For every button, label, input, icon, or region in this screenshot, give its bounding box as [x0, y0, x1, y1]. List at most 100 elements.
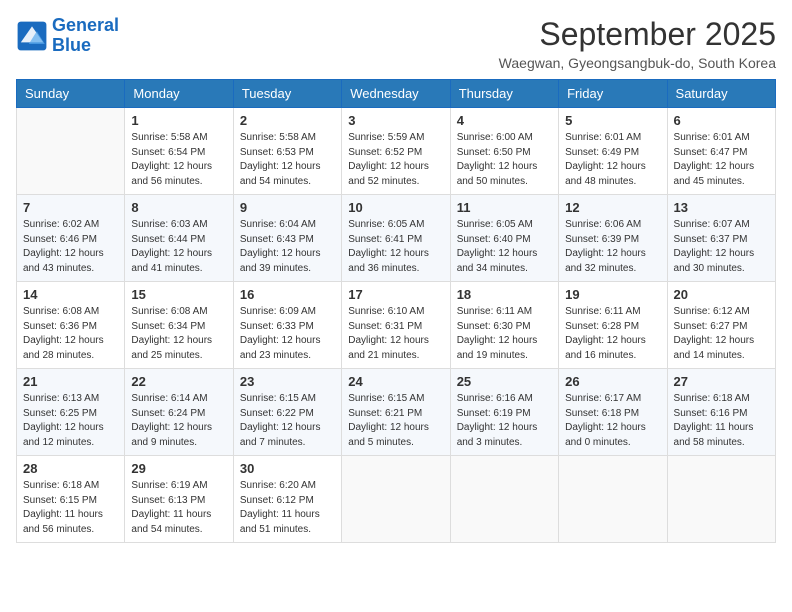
- day-number: 20: [674, 287, 769, 302]
- day-info: Sunrise: 6:16 AMSunset: 6:19 PMDaylight:…: [457, 392, 552, 450]
- calendar-cell: 8 Sunrise: 6:03 AMSunset: 6:44 PMDaylight…: [125, 195, 233, 282]
- calendar-cell: [559, 456, 667, 543]
- day-info: Sunrise: 6:03 AMSunset: 6:44 PMDaylight:…: [131, 218, 226, 276]
- day-number: 25: [457, 374, 552, 389]
- calendar-cell: 20 Sunrise: 6:12 AMSunset: 6:27 PMDayligh…: [667, 282, 775, 369]
- day-info: Sunrise: 6:15 AMSunset: 6:22 PMDaylight:…: [240, 392, 335, 450]
- weekday-header-sunday: Sunday: [17, 80, 125, 108]
- day-info: Sunrise: 6:01 AMSunset: 6:47 PMDaylight:…: [674, 131, 769, 189]
- day-number: 2: [240, 113, 335, 128]
- calendar-cell: 12 Sunrise: 6:06 AMSunset: 6:39 PMDayligh…: [559, 195, 667, 282]
- day-number: 6: [674, 113, 769, 128]
- page-header: GeneralBlue September 2025 Waegwan, Gyeo…: [16, 16, 776, 71]
- calendar-cell: 10 Sunrise: 6:05 AMSunset: 6:41 PMDayligh…: [342, 195, 450, 282]
- calendar-cell: 17 Sunrise: 6:10 AMSunset: 6:31 PMDayligh…: [342, 282, 450, 369]
- calendar-week-row: 1 Sunrise: 5:58 AMSunset: 6:54 PMDaylight…: [17, 108, 776, 195]
- weekday-header-monday: Monday: [125, 80, 233, 108]
- calendar-week-row: 14 Sunrise: 6:08 AMSunset: 6:36 PMDayligh…: [17, 282, 776, 369]
- title-block: September 2025 Waegwan, Gyeongsangbuk-do…: [499, 16, 776, 71]
- weekday-header-wednesday: Wednesday: [342, 80, 450, 108]
- day-number: 29: [131, 461, 226, 476]
- day-info: Sunrise: 6:18 AMSunset: 6:16 PMDaylight:…: [674, 392, 769, 450]
- day-number: 27: [674, 374, 769, 389]
- day-info: Sunrise: 6:11 AMSunset: 6:30 PMDaylight:…: [457, 305, 552, 363]
- month-title: September 2025: [499, 16, 776, 53]
- calendar-cell: 16Sunrise: 6:09 AMSunset: 6:33 PMDayligh…: [233, 282, 341, 369]
- day-number: 4: [457, 113, 552, 128]
- day-info: Sunrise: 6:14 AMSunset: 6:24 PMDaylight:…: [131, 392, 226, 450]
- day-number: 15: [131, 287, 226, 302]
- day-number: 22: [131, 374, 226, 389]
- day-number: 23: [240, 374, 335, 389]
- day-info: Sunrise: 6:01 AMSunset: 6:49 PMDaylight:…: [565, 131, 660, 189]
- day-number: 5: [565, 113, 660, 128]
- day-number: 17: [348, 287, 443, 302]
- weekday-header-thursday: Thursday: [450, 80, 558, 108]
- calendar-cell: 29 Sunrise: 6:19 AMSunset: 6:13 PMDayligh…: [125, 456, 233, 543]
- day-number: 9: [240, 200, 335, 215]
- day-number: 11: [457, 200, 552, 215]
- day-info: Sunrise: 6:10 AMSunset: 6:31 PMDaylight:…: [348, 305, 443, 363]
- day-number: 30: [240, 461, 335, 476]
- calendar-cell: 4Sunrise: 6:00 AMSunset: 6:50 PMDaylight…: [450, 108, 558, 195]
- day-number: 26: [565, 374, 660, 389]
- calendar-cell: 25 Sunrise: 6:16 AMSunset: 6:19 PMDayligh…: [450, 369, 558, 456]
- calendar-cell: 11 Sunrise: 6:05 AMSunset: 6:40 PMDayligh…: [450, 195, 558, 282]
- day-info: Sunrise: 6:19 AMSunset: 6:13 PMDaylight:…: [131, 479, 226, 537]
- day-number: 12: [565, 200, 660, 215]
- calendar-week-row: 21Sunrise: 6:13 AMSunset: 6:25 PMDayligh…: [17, 369, 776, 456]
- day-info: Sunrise: 6:18 AMSunset: 6:15 PMDaylight:…: [23, 479, 118, 537]
- day-info: Sunrise: 5:58 AMSunset: 6:54 PMDaylight:…: [131, 131, 226, 189]
- day-info: Sunrise: 6:04 AMSunset: 6:43 PMDaylight:…: [240, 218, 335, 276]
- day-number: 7: [23, 200, 118, 215]
- calendar-cell: 28 Sunrise: 6:18 AMSunset: 6:15 PMDayligh…: [17, 456, 125, 543]
- calendar-cell: 21Sunrise: 6:13 AMSunset: 6:25 PMDayligh…: [17, 369, 125, 456]
- day-info: Sunrise: 6:09 AMSunset: 6:33 PMDaylight:…: [240, 305, 335, 363]
- calendar-cell: 26 Sunrise: 6:17 AMSunset: 6:18 PMDayligh…: [559, 369, 667, 456]
- calendar-cell: 5 Sunrise: 6:01 AMSunset: 6:49 PMDaylight…: [559, 108, 667, 195]
- day-info: Sunrise: 6:17 AMSunset: 6:18 PMDaylight:…: [565, 392, 660, 450]
- calendar-cell: 3Sunrise: 5:59 AMSunset: 6:52 PMDaylight…: [342, 108, 450, 195]
- day-info: Sunrise: 6:20 AMSunset: 6:12 PMDaylight:…: [240, 479, 335, 537]
- calendar-cell: 9 Sunrise: 6:04 AMSunset: 6:43 PMDaylight…: [233, 195, 341, 282]
- day-info: Sunrise: 6:05 AMSunset: 6:41 PMDaylight:…: [348, 218, 443, 276]
- calendar-cell: [450, 456, 558, 543]
- calendar-cell: 30 Sunrise: 6:20 AMSunset: 6:12 PMDayligh…: [233, 456, 341, 543]
- day-number: 13: [674, 200, 769, 215]
- weekday-header-tuesday: Tuesday: [233, 80, 341, 108]
- logo-text: GeneralBlue: [52, 16, 119, 56]
- calendar-cell: [17, 108, 125, 195]
- calendar-cell: 19 Sunrise: 6:11 AMSunset: 6:28 PMDayligh…: [559, 282, 667, 369]
- day-number: 1: [131, 113, 226, 128]
- weekday-header-friday: Friday: [559, 80, 667, 108]
- weekday-header-row: SundayMondayTuesdayWednesdayThursdayFrid…: [17, 80, 776, 108]
- calendar-table: SundayMondayTuesdayWednesdayThursdayFrid…: [16, 79, 776, 543]
- day-info: Sunrise: 6:07 AMSunset: 6:37 PMDaylight:…: [674, 218, 769, 276]
- calendar-cell: 1 Sunrise: 5:58 AMSunset: 6:54 PMDaylight…: [125, 108, 233, 195]
- calendar-cell: 24Sunrise: 6:15 AMSunset: 6:21 PMDayligh…: [342, 369, 450, 456]
- day-info: Sunrise: 6:05 AMSunset: 6:40 PMDaylight:…: [457, 218, 552, 276]
- calendar-week-row: 28 Sunrise: 6:18 AMSunset: 6:15 PMDayligh…: [17, 456, 776, 543]
- calendar-cell: 13 Sunrise: 6:07 AMSunset: 6:37 PMDayligh…: [667, 195, 775, 282]
- calendar-cell: 22 Sunrise: 6:14 AMSunset: 6:24 PMDayligh…: [125, 369, 233, 456]
- day-number: 19: [565, 287, 660, 302]
- logo-icon: [16, 20, 48, 52]
- day-number: 14: [23, 287, 118, 302]
- day-info: Sunrise: 6:06 AMSunset: 6:39 PMDaylight:…: [565, 218, 660, 276]
- day-info: Sunrise: 6:08 AMSunset: 6:34 PMDaylight:…: [131, 305, 226, 363]
- calendar-cell: 14 Sunrise: 6:08 AMSunset: 6:36 PMDayligh…: [17, 282, 125, 369]
- day-info: Sunrise: 6:02 AMSunset: 6:46 PMDaylight:…: [23, 218, 118, 276]
- day-info: Sunrise: 6:11 AMSunset: 6:28 PMDaylight:…: [565, 305, 660, 363]
- day-number: 24: [348, 374, 443, 389]
- day-info: Sunrise: 5:58 AMSunset: 6:53 PMDaylight:…: [240, 131, 335, 189]
- day-info: Sunrise: 6:08 AMSunset: 6:36 PMDaylight:…: [23, 305, 118, 363]
- day-number: 21: [23, 374, 118, 389]
- day-number: 28: [23, 461, 118, 476]
- day-number: 10: [348, 200, 443, 215]
- calendar-cell: 7 Sunrise: 6:02 AMSunset: 6:46 PMDaylight…: [17, 195, 125, 282]
- calendar-cell: 27 Sunrise: 6:18 AMSunset: 6:16 PMDayligh…: [667, 369, 775, 456]
- day-number: 18: [457, 287, 552, 302]
- location-subtitle: Waegwan, Gyeongsangbuk-do, South Korea: [499, 55, 776, 71]
- day-info: Sunrise: 6:12 AMSunset: 6:27 PMDaylight:…: [674, 305, 769, 363]
- day-number: 8: [131, 200, 226, 215]
